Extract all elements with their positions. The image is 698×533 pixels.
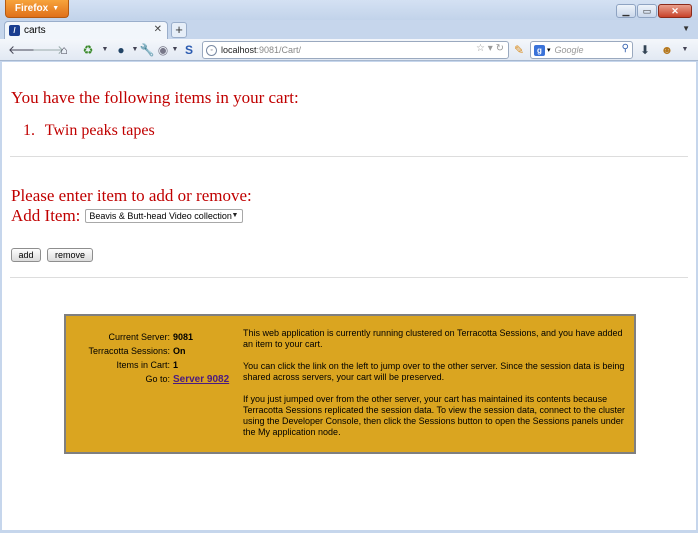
chevron-down-icon[interactable]: ▼: [100, 42, 110, 58]
chevron-down-icon[interactable]: ▼: [171, 42, 179, 58]
cluster-info-panel: Current Server: 9081 Terracotta Sessions…: [64, 314, 636, 454]
chevron-down-icon: ▼: [231, 212, 239, 219]
add-remove-heading: Please enter item to add or remove:: [11, 186, 252, 205]
navigation-toolbar: 🡐 🡒 ⌂ ♻ ▼ ● ▼ 🔧 ◉ ▼ S ◦ localhost :9081/…: [0, 39, 698, 61]
list-item-number: 1.: [23, 122, 35, 139]
title-bar: Firefox ▼ ▁ ▭ ✕: [0, 0, 698, 20]
items-in-cart-label: Items in Cart:: [116, 360, 170, 370]
wrench-icon[interactable]: 🔧: [139, 42, 155, 58]
sessions-value: On: [173, 346, 186, 356]
back-arrow-icon[interactable]: 🡐: [8, 42, 40, 58]
list-item: 1. Twin peaks tapes: [23, 122, 155, 140]
goto-row: Go to: Server 9082: [66, 372, 231, 387]
window-controls: ▁ ▭ ✕: [616, 4, 692, 18]
new-tab-button[interactable]: +: [171, 22, 187, 38]
search-bar[interactable]: g ▾ Google ⚲: [530, 41, 633, 59]
tab-bar: / carts ✕ + ▼: [0, 20, 698, 39]
chevron-down-icon: ▼: [52, 5, 60, 12]
page-content: You have the following items in your car…: [2, 62, 696, 530]
feed-icon[interactable]: ✎: [512, 42, 526, 58]
firefox-menu-button[interactable]: Firefox ▼: [5, 0, 69, 18]
bookmark-star-icon[interactable]: ☆: [476, 43, 485, 54]
addon-toolbar-icon[interactable]: ♻: [80, 42, 96, 58]
chevron-down-icon[interactable]: ▾: [547, 46, 551, 54]
cart-list: 1. Twin peaks tapes: [23, 122, 155, 140]
description-paragraph: You can click the link on the left to ju…: [243, 361, 625, 382]
sessions-row: Terracotta Sessions: On: [66, 344, 231, 358]
search-icon[interactable]: ⚲: [622, 43, 629, 54]
chevron-down-icon[interactable]: ▼: [131, 42, 139, 58]
list-item-name: Twin peaks tapes: [44, 122, 155, 139]
description-paragraph: This web application is currently runnin…: [243, 328, 623, 349]
description-paragraph: If you just jumped over from the other s…: [243, 394, 626, 437]
minimize-icon[interactable]: ▁: [616, 4, 636, 18]
addon-face-icon[interactable]: ☻: [660, 42, 674, 58]
remove-button[interactable]: remove: [47, 248, 93, 262]
add-item-row: Add Item: Beavis & Butt-head Video colle…: [11, 206, 244, 226]
item-select-value: Beavis & Butt-head Video collection: [89, 211, 232, 221]
search-placeholder: Google: [554, 45, 584, 55]
close-window-icon[interactable]: ✕: [658, 4, 692, 18]
add-button[interactable]: add: [11, 248, 41, 262]
url-path: :9081/Cart/: [256, 45, 302, 55]
goto-label: Go to:: [145, 374, 170, 384]
favicon-icon: /: [9, 25, 20, 36]
item-select[interactable]: Beavis & Butt-head Video collection ▼: [85, 209, 244, 223]
download-icon[interactable]: ⬇: [638, 42, 652, 58]
forward-arrow-icon[interactable]: 🡒: [32, 42, 64, 58]
firefox-menu-label: Firefox: [14, 3, 49, 14]
server-switch-link[interactable]: Server 9082: [173, 374, 229, 385]
url-host: localhost: [221, 45, 257, 55]
url-bar[interactable]: ◦ localhost :9081/Cart/ ☆ ▾ ↻: [202, 41, 509, 59]
divider: [10, 277, 688, 278]
current-server-label: Current Server:: [108, 332, 170, 342]
cluster-description: This web application is currently runnin…: [243, 328, 628, 449]
tab-carts[interactable]: / carts ✕: [4, 21, 168, 39]
maximize-icon[interactable]: ▭: [637, 4, 657, 18]
url-bar-tools: ☆ ▾ ↻: [476, 43, 504, 54]
reload-icon[interactable]: ↻: [496, 43, 504, 54]
add-item-label: Add Item:: [11, 206, 81, 225]
close-tab-icon[interactable]: ✕: [154, 24, 162, 35]
items-in-cart-value: 1: [173, 360, 179, 370]
globe-icon: ◦: [206, 44, 217, 56]
items-in-cart-row: Items in Cart: 1: [66, 358, 231, 372]
sessions-label: Terracotta Sessions:: [88, 346, 170, 356]
home-icon[interactable]: ⌂: [56, 42, 72, 58]
developer-tools-icon[interactable]: ●: [113, 42, 129, 58]
list-all-tabs-icon[interactable]: ▼: [682, 24, 690, 33]
server-stats: Current Server: 9081 Terracotta Sessions…: [66, 330, 231, 387]
google-icon: g: [534, 44, 545, 56]
dropdown-arrow-icon[interactable]: ▾: [488, 43, 493, 54]
current-server-value: 9081: [173, 332, 194, 342]
lock-icon[interactable]: ◉: [156, 42, 170, 58]
chevron-down-icon[interactable]: ▼: [680, 42, 690, 58]
current-server-row: Current Server: 9081: [66, 330, 231, 344]
divider: [10, 156, 688, 157]
tab-title: carts: [24, 25, 46, 36]
cart-heading: You have the following items in your car…: [11, 88, 299, 107]
sync-s-icon[interactable]: S: [182, 42, 196, 58]
